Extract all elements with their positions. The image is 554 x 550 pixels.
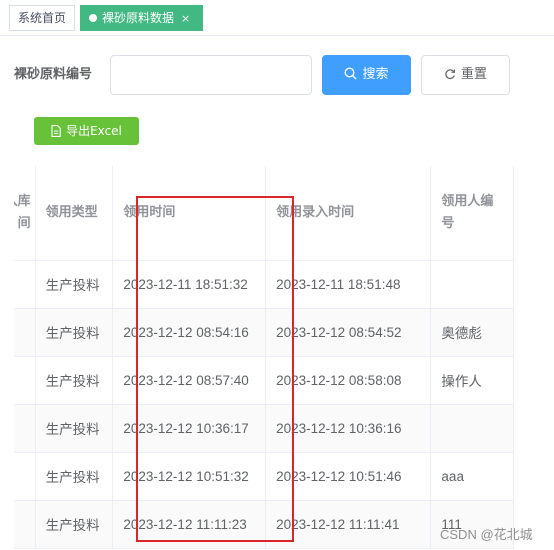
table-row[interactable]: 生产投料 2023-12-11 18:51:32 2023-12-11 18:5… [14, 260, 514, 309]
header-usage-time: 领用时间 [112, 166, 267, 261]
table-row[interactable]: 生产投料 2023-12-12 11:11:23 2023-12-12 11:1… [14, 500, 514, 549]
cell-type: 生产投料 [35, 404, 114, 453]
header-usage-type: 领用类型 [35, 166, 114, 261]
table-row[interactable]: 生产投料 2023-12-12 10:51:32 2023-12-12 10:5… [14, 452, 514, 501]
search-icon [344, 58, 357, 96]
table-row[interactable]: 生产投料 2023-12-12 10:36:17 2023-12-12 10:3… [14, 404, 514, 453]
cell-type: 生产投料 [35, 308, 114, 357]
reset-button-label: 重置 [460, 67, 487, 82]
cell-entry-time: 2023-12-12 08:58:08 [265, 356, 432, 405]
cell-warehouse [14, 452, 36, 501]
cell-time: 2023-12-12 10:36:17 [112, 404, 267, 453]
cell-warehouse [14, 404, 36, 453]
cell-user [430, 260, 514, 309]
tags-view-bar: 系统首页 裸砂原料数据 × [0, 0, 554, 36]
refresh-icon [444, 58, 456, 96]
header-usage-entry-time: 领用录入时间 [265, 166, 432, 261]
cell-warehouse [14, 500, 36, 549]
tab-raw-sand-data[interactable]: 裸砂原料数据 × [80, 5, 203, 31]
cell-entry-time: 2023-12-12 08:54:52 [265, 308, 432, 357]
cell-warehouse [14, 356, 36, 405]
cell-user: 奥德彪 [430, 308, 514, 357]
export-excel-button[interactable]: 导出Excel [34, 117, 139, 145]
tab-home[interactable]: 系统首页 [9, 5, 75, 31]
data-table: 录入库间 领用类型 领用时间 领用录入时间 领用人编号 生产投料 2023-12… [14, 166, 554, 550]
header-entry-warehouse: 录入库间 [14, 166, 36, 261]
cell-time: 2023-12-11 18:51:32 [112, 260, 267, 309]
cell-entry-time: 2023-12-12 10:36:16 [265, 404, 432, 453]
close-icon[interactable]: × [181, 7, 190, 31]
cell-user [430, 404, 514, 453]
cell-warehouse [14, 308, 36, 357]
cell-warehouse [14, 260, 36, 309]
cell-type: 生产投料 [35, 500, 114, 549]
watermark: CSDN @花北城 [440, 527, 533, 542]
active-dot-icon [89, 14, 97, 22]
tab-home-label: 系统首页 [18, 11, 67, 25]
table-row[interactable]: 生产投料 2023-12-12 08:57:40 2023-12-12 08:5… [14, 356, 514, 405]
cell-time: 2023-12-12 08:57:40 [112, 356, 267, 405]
cell-type: 生产投料 [35, 260, 114, 309]
search-button[interactable]: 搜索 [322, 55, 411, 95]
cell-time: 2023-12-12 11:11:23 [112, 500, 267, 549]
cell-time: 2023-12-12 08:54:16 [112, 308, 267, 357]
tab-raw-sand-label: 裸砂原料数据 [102, 11, 175, 25]
cell-user: 操作人 [430, 356, 514, 405]
raw-sand-number-input[interactable] [110, 55, 312, 95]
header-user-number: 领用人编号 [430, 166, 514, 261]
raw-sand-number-label: 裸砂原料编号 [14, 67, 93, 82]
export-button-label: 导出Excel [66, 124, 122, 138]
search-button-label: 搜索 [362, 67, 389, 82]
cell-type: 生产投料 [35, 452, 114, 501]
document-icon [51, 120, 61, 146]
raw-sand-table: 录入库间 领用类型 领用时间 领用录入时间 领用人编号 生产投料 2023-12… [14, 166, 514, 549]
cell-type: 生产投料 [35, 356, 114, 405]
cell-entry-time: 2023-12-11 18:51:48 [265, 260, 432, 309]
table-header-row: 录入库间 领用类型 领用时间 领用录入时间 领用人编号 [14, 166, 514, 261]
table-row[interactable]: 生产投料 2023-12-12 08:54:16 2023-12-12 08:5… [14, 308, 514, 357]
reset-button[interactable]: 重置 [421, 55, 510, 95]
cell-user: aaa [430, 452, 514, 501]
cell-entry-time: 2023-12-12 11:11:41 [265, 500, 432, 549]
cell-time: 2023-12-12 10:51:32 [112, 452, 267, 501]
cell-entry-time: 2023-12-12 10:51:46 [265, 452, 432, 501]
